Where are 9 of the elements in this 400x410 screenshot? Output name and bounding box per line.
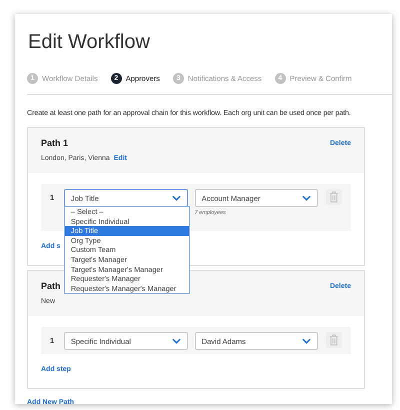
chevron-icon: [172, 195, 181, 201]
chevron-icon: [302, 195, 312, 201]
page-title: Edit Workflow: [28, 30, 151, 54]
trash-icon[interactable]: [326, 189, 342, 205]
chevron-icon: [302, 338, 312, 344]
path-title: Path: [41, 281, 61, 291]
trash-icon[interactable]: [326, 332, 342, 348]
path-title: Path 1: [41, 138, 68, 148]
chevron-icon: [172, 338, 181, 344]
